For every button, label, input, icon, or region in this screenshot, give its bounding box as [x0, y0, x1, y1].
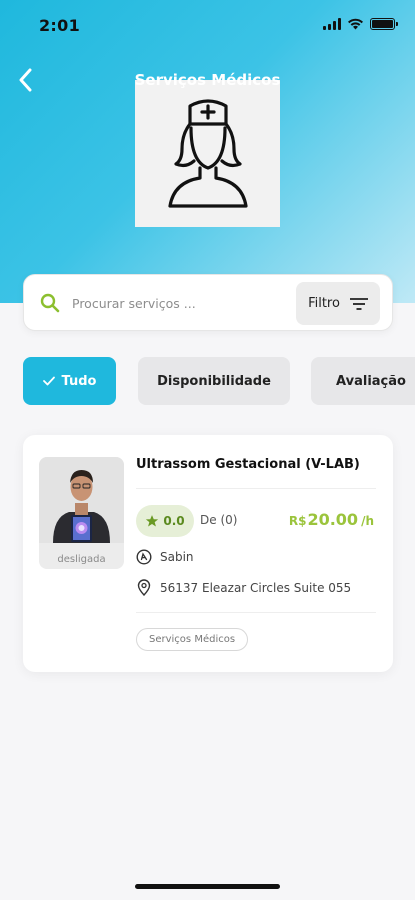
battery-icon — [370, 18, 398, 30]
rating-value: 0.0 — [163, 514, 185, 528]
filter-icon — [349, 297, 368, 310]
filter-label: Filtro — [308, 296, 340, 311]
price-unit: /h — [361, 514, 374, 528]
provider-status: desligada — [57, 554, 106, 565]
divider — [136, 488, 376, 489]
provider-icon — [136, 549, 152, 565]
chip-rating[interactable]: Avaliação — [311, 357, 415, 405]
price-value: 20.00 — [307, 510, 359, 529]
provider-avatar-image — [39, 457, 124, 543]
wifi-icon — [348, 18, 363, 30]
address-text: 56137 Eleazar Circles Suite 055 — [160, 580, 352, 595]
page-title: Serviços Médicos — [134, 71, 281, 89]
category-image — [135, 80, 280, 227]
signal-icon — [323, 18, 341, 30]
category-tag: Serviços Médicos — [136, 628, 249, 651]
chip-rating-label: Avaliação — [336, 373, 406, 389]
rating-badge: 0.0 — [136, 505, 194, 537]
location-pin-icon — [137, 579, 151, 596]
nurse-icon — [167, 98, 248, 208]
filter-button[interactable]: Filtro — [296, 282, 380, 325]
chip-availability[interactable]: Disponibilidade — [138, 357, 290, 405]
star-icon — [146, 515, 159, 527]
status-icons — [323, 18, 398, 30]
address-row: 56137 Eleazar Circles Suite 055 — [136, 579, 351, 596]
provider-row: Sabin — [136, 549, 194, 565]
service-title: Ultrassom Gestacional (V-LAB) — [136, 457, 360, 472]
price-currency: R$ — [288, 514, 307, 528]
search-icon — [40, 293, 60, 313]
search-input[interactable] — [72, 287, 292, 319]
filter-chips: Tudo Disponibilidade Avaliação — [23, 357, 415, 405]
chip-all[interactable]: Tudo — [23, 357, 116, 405]
price: R$ 20.00 /h — [289, 510, 374, 529]
search-bar: Filtro — [23, 274, 393, 331]
provider-photo: desligada — [39, 457, 124, 569]
home-indicator[interactable] — [135, 884, 280, 889]
service-card[interactable]: desligada Ultrassom Gestacional (V-LAB) … — [23, 435, 393, 672]
status-bar: 2:01 — [0, 0, 415, 54]
rating-count: De (0) — [200, 513, 238, 527]
status-time: 2:01 — [39, 16, 80, 35]
divider — [136, 612, 376, 613]
chip-all-label: Tudo — [61, 373, 97, 389]
provider-name: Sabin — [160, 550, 194, 564]
chip-availability-label: Disponibilidade — [157, 373, 271, 389]
check-icon — [42, 376, 55, 386]
